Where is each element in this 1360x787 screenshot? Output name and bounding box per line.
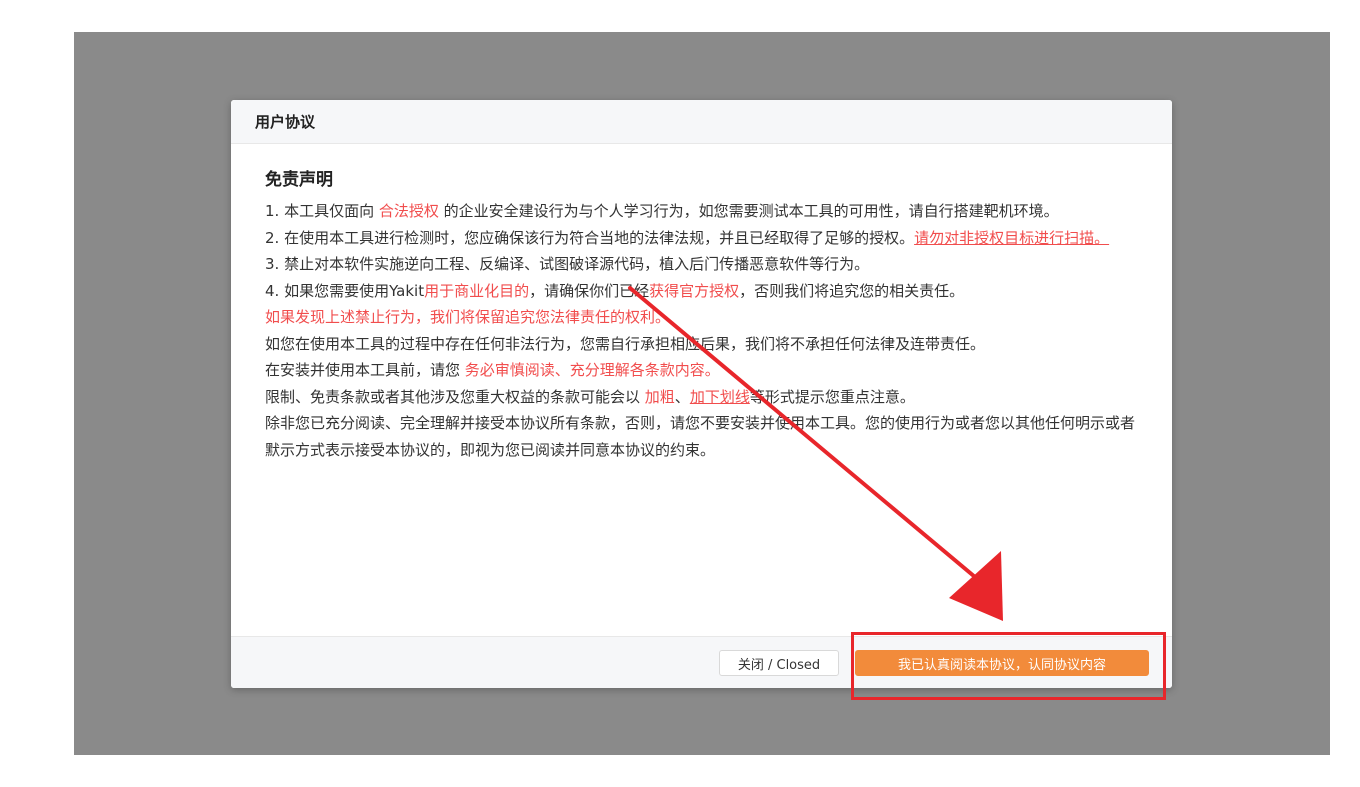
annotation-arrow-icon [628,286,1003,621]
